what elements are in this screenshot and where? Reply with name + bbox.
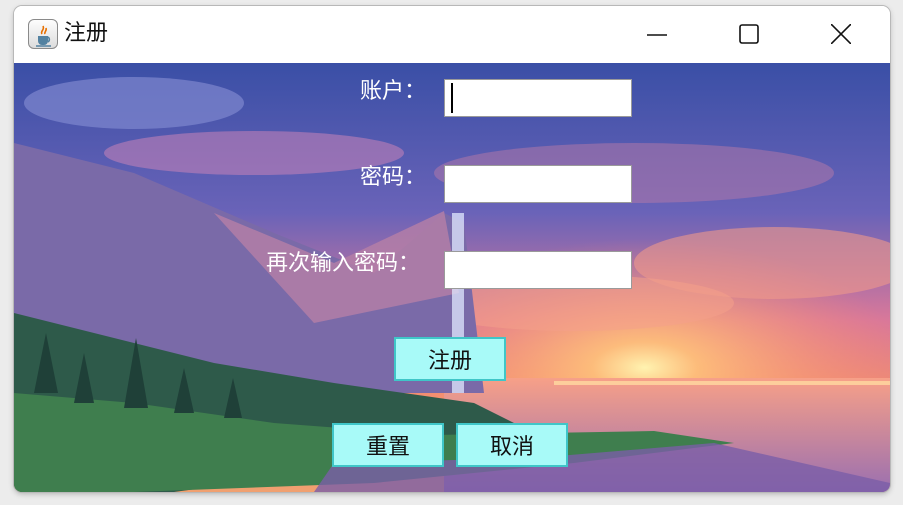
password-input[interactable] xyxy=(444,165,632,203)
close-icon xyxy=(831,24,851,44)
confirm-password-input[interactable] xyxy=(444,251,632,289)
maximize-button[interactable] xyxy=(703,6,795,63)
minimize-icon xyxy=(647,34,667,36)
register-button[interactable]: 注册 xyxy=(394,337,506,381)
maximize-icon xyxy=(739,24,759,44)
title-bar[interactable]: 注册 xyxy=(14,6,890,63)
close-button[interactable] xyxy=(795,6,887,63)
register-window: 注册 账户： 密码： 再次输入密码： 注册 重置 取消 xyxy=(14,6,890,492)
account-input[interactable] xyxy=(444,79,632,117)
window-title: 注册 xyxy=(64,21,109,46)
java-coffee-icon xyxy=(28,19,58,49)
account-label: 账户： xyxy=(360,79,427,104)
cancel-button[interactable]: 取消 xyxy=(456,423,568,467)
minimize-button[interactable] xyxy=(611,6,703,63)
reset-button[interactable]: 重置 xyxy=(332,423,444,467)
form-panel: 账户： 密码： 再次输入密码： 注册 重置 取消 xyxy=(14,63,890,492)
confirm-password-label: 再次输入密码： xyxy=(266,251,421,276)
password-label: 密码： xyxy=(360,165,427,190)
text-caret xyxy=(451,83,453,113)
